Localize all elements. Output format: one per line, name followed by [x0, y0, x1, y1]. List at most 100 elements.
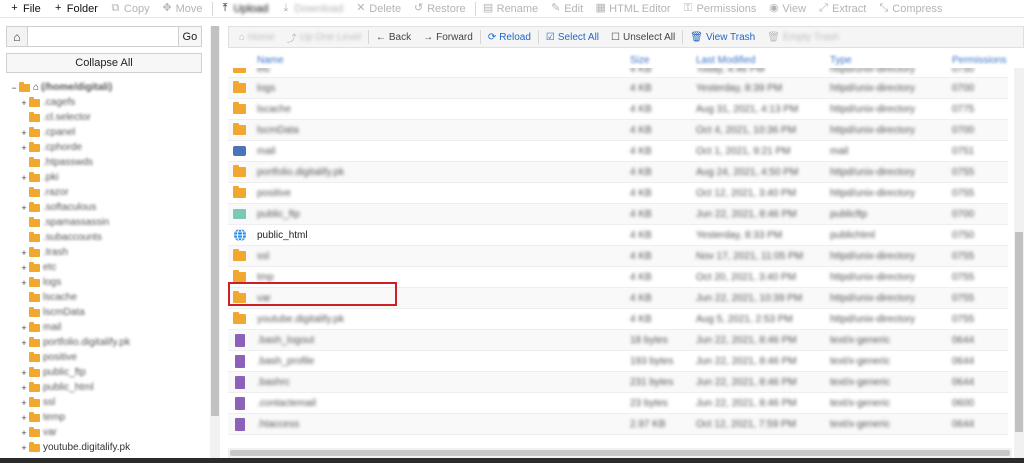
collapse-all-button[interactable]: Collapse All [6, 53, 202, 73]
tree-item[interactable]: + public_html [10, 380, 202, 395]
column-header-name[interactable]: Name [257, 55, 284, 66]
home-button[interactable]: ⌂ [6, 26, 28, 47]
file-name[interactable]: etc [257, 68, 270, 75]
expand-icon[interactable]: + [20, 278, 28, 288]
nav-up-one-level-button[interactable]: ⤴ Up One Level [281, 27, 367, 47]
file-name[interactable]: positive [257, 188, 291, 199]
file-name[interactable]: .htaccess [257, 419, 299, 430]
expand-icon[interactable]: + [20, 143, 28, 153]
tree-item[interactable]: + temp [10, 410, 202, 425]
toolbar-download-button[interactable]: ⤓ Download [275, 0, 350, 18]
table-row[interactable]: .bashrc 231 bytes Jun 22, 2021, 8:46 PM tex… [228, 372, 1008, 393]
tree-item[interactable]: lscmData [10, 305, 202, 320]
toolbar-compress-button[interactable]: ⤡ Compress [873, 0, 949, 18]
expand-icon[interactable]: + [20, 368, 28, 378]
table-row[interactable]: .bash_logout 18 bytes Jun 22, 2021, 8:46 P… [228, 330, 1008, 351]
tree-item[interactable]: .cl.selector [10, 110, 202, 125]
tree-item[interactable]: + .softaculous [10, 200, 202, 215]
nav-view-trash-button[interactable]: 🗑 View Trash [684, 27, 761, 47]
tree-item[interactable]: + mail [10, 320, 202, 335]
table-row[interactable]: .contactemail 23 bytes Jun 22, 2021, 8:46 … [228, 393, 1008, 414]
file-list-scrollbar-thumb[interactable] [1015, 232, 1023, 432]
toolbar-restore-button[interactable]: ↺ Restore [408, 0, 473, 18]
nav-home-button[interactable]: ⌂ Home [233, 27, 281, 47]
toolbar-edit-button[interactable]: ✎ Edit [545, 0, 590, 18]
expand-icon[interactable]: + [20, 323, 28, 333]
file-name[interactable]: .contactemail [257, 398, 316, 409]
table-row[interactable]: etc 4 KB Today, 4:46 PM httpd/unix-director… [228, 68, 1008, 78]
table-row[interactable]: ssl 4 KB Nov 17, 2021, 11:05 PM httpd/unix-… [228, 246, 1008, 267]
tree-item[interactable]: + .pki [10, 170, 202, 185]
table-row[interactable]: portfolio.digitalify.pk 4 KB Aug 24, 2021,… [228, 162, 1008, 183]
expand-icon[interactable]: + [20, 263, 28, 273]
path-input[interactable] [27, 26, 178, 47]
expand-icon[interactable]: + [20, 383, 28, 393]
tree-item[interactable]: + .cagefs [10, 95, 202, 110]
toolbar-folder-button[interactable]: + Folder [48, 0, 105, 18]
tree-item[interactable]: + logs [10, 275, 202, 290]
collapse-icon[interactable]: − [10, 83, 18, 93]
file-name[interactable]: .bash_profile [257, 356, 314, 367]
tree-item[interactable]: .razor [10, 185, 202, 200]
toolbar-permissions-button[interactable]: ⚿ Permissions [678, 0, 764, 18]
tree-item[interactable]: lscache [10, 290, 202, 305]
horizontal-scrollbar[interactable] [228, 448, 1012, 458]
nav-empty-trash-button[interactable]: 🗑 Empty Trash [761, 27, 845, 47]
file-name[interactable]: .bashrc [257, 377, 290, 388]
go-button[interactable]: Go [177, 26, 202, 47]
expand-icon[interactable]: + [20, 128, 28, 138]
toolbar-rename-button[interactable]: ▤ Rename [478, 0, 546, 18]
nav-unselect-all-button[interactable]: ☐ Unselect All [605, 27, 681, 47]
column-header-size[interactable]: Size [630, 55, 649, 66]
column-header-type[interactable]: Type [830, 55, 852, 66]
toolbar-extract-button[interactable]: ⤢ Extract [813, 0, 873, 18]
nav-forward-button[interactable]: → Forward [417, 27, 479, 47]
expand-icon[interactable]: + [20, 398, 28, 408]
table-row-public-html[interactable]: public_html 4 KB Yesterday, 8:33 PM publich… [228, 225, 1008, 246]
tree-item[interactable]: .htpasswds [10, 155, 202, 170]
expand-icon[interactable]: + [20, 98, 28, 108]
expand-icon[interactable]: + [20, 413, 28, 423]
table-row[interactable]: lscmData 4 KB Oct 4, 2021, 10:36 PM httpd/u… [228, 120, 1008, 141]
toolbar-html-editor-button[interactable]: ▦ HTML Editor [590, 0, 677, 18]
tree-scrollbar[interactable] [210, 26, 220, 458]
file-name[interactable]: portfolio.digitalify.pk [257, 167, 344, 178]
table-row[interactable]: youtube.digitalify.pk 4 KB Aug 5, 2021, 2:… [228, 309, 1008, 330]
tree-item[interactable]: + .cphorde [10, 140, 202, 155]
file-name[interactable]: logs [257, 83, 275, 94]
nav-back-button[interactable]: ← Back [370, 27, 417, 47]
tree-item[interactable]: + var [10, 425, 202, 440]
tree-item[interactable]: + portfolio.digitalify.pk [10, 335, 202, 350]
file-name[interactable]: youtube.digitalify.pk [257, 314, 344, 325]
column-header-last-modified[interactable]: Last Modified [696, 55, 755, 66]
tree-scrollbar-thumb[interactable] [211, 26, 219, 416]
table-row[interactable]: .bash_profile 193 bytes Jun 22, 2021, 8:46… [228, 351, 1008, 372]
expand-icon[interactable]: + [20, 338, 28, 348]
table-row[interactable]: mail 4 KB Oct 1, 2021, 9:21 PM mail 0751 [228, 141, 1008, 162]
expand-icon[interactable]: + [20, 428, 28, 438]
tree-item[interactable]: + ssl [10, 395, 202, 410]
toolbar-delete-button[interactable]: ✕ Delete [350, 0, 408, 18]
tree-item[interactable]: + youtube.digitalify.pk [10, 440, 202, 455]
tree-item[interactable]: .subaccounts [10, 230, 202, 245]
expand-icon[interactable]: + [20, 443, 28, 453]
tree-item[interactable]: + .cpanel [10, 125, 202, 140]
expand-icon[interactable]: + [20, 248, 28, 258]
file-name[interactable]: lscmData [257, 125, 299, 136]
file-list-scrollbar[interactable] [1014, 68, 1024, 458]
tree-item[interactable]: + .trash [10, 245, 202, 260]
tree-item[interactable]: .spamassassin [10, 215, 202, 230]
tree-item[interactable]: + etc [10, 260, 202, 275]
tree-item[interactable]: positive [10, 350, 202, 365]
nav-reload-button[interactable]: ⟳ Reload [482, 27, 537, 47]
table-row[interactable]: .htaccess 2.97 KB Oct 12, 2021, 7:59 PM tex… [228, 414, 1008, 435]
horizontal-scrollbar-thumb[interactable] [230, 450, 1010, 456]
tree-root-item[interactable]: − ⌂ (/home/digitali) [10, 80, 202, 95]
table-row[interactable]: positive 4 KB Oct 12, 2021, 3:40 PM httpd/u… [228, 183, 1008, 204]
toolbar-move-button[interactable]: ✥ Move [157, 0, 210, 18]
tree-item[interactable]: + public_ftp [10, 365, 202, 380]
toolbar-view-button[interactable]: ◉ View [763, 0, 813, 18]
column-header-permissions[interactable]: Permissions [952, 55, 1006, 66]
file-name[interactable]: public_html [257, 230, 308, 241]
file-name[interactable]: public_ftp [257, 209, 300, 220]
